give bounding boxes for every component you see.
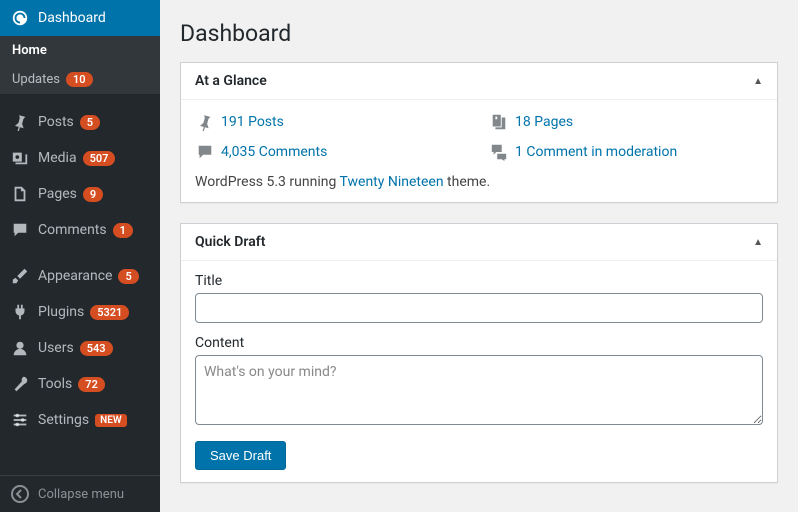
glance-label: 18 Pages bbox=[515, 114, 573, 130]
media-badge: 507 bbox=[83, 151, 116, 166]
user-icon bbox=[10, 338, 30, 358]
pin-icon bbox=[10, 112, 30, 132]
comments-badge: 1 bbox=[113, 223, 133, 238]
box-title: Quick Draft bbox=[195, 234, 265, 250]
box-title: At a Glance bbox=[195, 73, 267, 89]
at-a-glance-box: At a Glance ▲ 191 Posts 18 Pages 4,035 C… bbox=[180, 62, 778, 203]
save-draft-button[interactable]: Save Draft bbox=[195, 441, 286, 470]
dashboard-icon bbox=[10, 8, 30, 28]
content-label: Content bbox=[195, 335, 763, 351]
nav-separator bbox=[0, 94, 160, 104]
nav-appearance[interactable]: Appearance 5 bbox=[0, 258, 160, 294]
theme-link[interactable]: Twenty Nineteen bbox=[340, 174, 444, 190]
nav-label: Media bbox=[38, 150, 77, 166]
glance-moderation-link[interactable]: 1 Comment in moderation bbox=[489, 142, 763, 162]
nav-media[interactable]: Media 507 bbox=[0, 140, 160, 176]
nav-separator bbox=[0, 248, 160, 258]
nav-label: Pages bbox=[38, 186, 77, 202]
quick-draft-box: Quick Draft ▲ Title Content Save Draft bbox=[180, 223, 778, 483]
pages-icon bbox=[489, 112, 509, 132]
sub-nav-dashboard: Home Updates 10 bbox=[0, 36, 160, 94]
updates-badge: 10 bbox=[66, 72, 93, 87]
pages-badge: 9 bbox=[83, 187, 103, 202]
sub-label: Updates bbox=[12, 72, 60, 87]
nav-users[interactable]: Users 543 bbox=[0, 330, 160, 366]
page-title: Dashboard bbox=[180, 20, 778, 47]
glance-label: 1 Comment in moderation bbox=[515, 144, 677, 160]
glance-pages-link[interactable]: 18 Pages bbox=[489, 112, 763, 132]
tools-badge: 72 bbox=[78, 377, 105, 392]
title-label: Title bbox=[195, 273, 763, 289]
sub-label: Home bbox=[12, 43, 47, 58]
footer-prefix: WordPress 5.3 running bbox=[195, 174, 340, 190]
nav-dashboard[interactable]: Dashboard bbox=[0, 0, 160, 36]
pages-icon bbox=[10, 184, 30, 204]
nav-label: Appearance bbox=[38, 268, 112, 284]
collapse-toggle-icon[interactable]: ▲ bbox=[753, 76, 763, 87]
collapse-label: Collapse menu bbox=[38, 487, 124, 502]
nav-label: Tools bbox=[38, 376, 72, 392]
plugins-badge: 5321 bbox=[90, 305, 129, 320]
settings-badge: NEW bbox=[95, 414, 127, 427]
nav-label: Settings bbox=[38, 412, 89, 428]
nav-label: Dashboard bbox=[38, 10, 106, 26]
nav-tools[interactable]: Tools 72 bbox=[0, 366, 160, 402]
collapse-menu[interactable]: Collapse menu bbox=[0, 475, 160, 512]
admin-sidebar: Dashboard Home Updates 10 Posts 5 Media … bbox=[0, 0, 160, 512]
at-a-glance-header[interactable]: At a Glance ▲ bbox=[181, 63, 777, 100]
glance-label: 191 Posts bbox=[221, 114, 284, 130]
sub-nav-home[interactable]: Home bbox=[0, 36, 160, 65]
nav-settings[interactable]: Settings NEW bbox=[0, 402, 160, 438]
nav-label: Posts bbox=[38, 114, 74, 130]
comment-icon bbox=[195, 142, 215, 162]
glance-footer: WordPress 5.3 running Twenty Nineteen th… bbox=[195, 174, 763, 190]
draft-title-input[interactable] bbox=[195, 293, 763, 323]
glance-posts-link[interactable]: 191 Posts bbox=[195, 112, 469, 132]
nav-plugins[interactable]: Plugins 5321 bbox=[0, 294, 160, 330]
users-badge: 543 bbox=[80, 341, 113, 356]
nav-comments[interactable]: Comments 1 bbox=[0, 212, 160, 248]
collapse-toggle-icon[interactable]: ▲ bbox=[753, 237, 763, 248]
sub-nav-updates[interactable]: Updates 10 bbox=[0, 65, 160, 94]
glance-grid: 191 Posts 18 Pages 4,035 Comments 1 Comm… bbox=[195, 112, 763, 162]
footer-suffix: theme. bbox=[444, 174, 491, 190]
nav-posts[interactable]: Posts 5 bbox=[0, 104, 160, 140]
quick-draft-body: Title Content Save Draft bbox=[181, 261, 777, 482]
nav-pages[interactable]: Pages 9 bbox=[0, 176, 160, 212]
brush-icon bbox=[10, 266, 30, 286]
appearance-badge: 5 bbox=[118, 269, 138, 284]
plugin-icon bbox=[10, 302, 30, 322]
nav-label: Plugins bbox=[38, 304, 84, 320]
wrench-icon bbox=[10, 374, 30, 394]
nav-label: Comments bbox=[38, 222, 107, 238]
nav-label: Users bbox=[38, 340, 74, 356]
draft-content-textarea[interactable] bbox=[195, 355, 763, 425]
glance-comments-link[interactable]: 4,035 Comments bbox=[195, 142, 469, 162]
at-a-glance-body: 191 Posts 18 Pages 4,035 Comments 1 Comm… bbox=[181, 100, 777, 202]
media-icon bbox=[10, 148, 30, 168]
quick-draft-header[interactable]: Quick Draft ▲ bbox=[181, 224, 777, 261]
posts-badge: 5 bbox=[80, 115, 100, 130]
collapse-icon bbox=[10, 484, 30, 504]
moderation-icon bbox=[489, 142, 509, 162]
pin-icon bbox=[195, 112, 215, 132]
glance-label: 4,035 Comments bbox=[221, 144, 327, 160]
comment-icon bbox=[10, 220, 30, 240]
main-content: Dashboard At a Glance ▲ 191 Posts 18 Pag… bbox=[160, 0, 798, 512]
settings-icon bbox=[10, 410, 30, 430]
